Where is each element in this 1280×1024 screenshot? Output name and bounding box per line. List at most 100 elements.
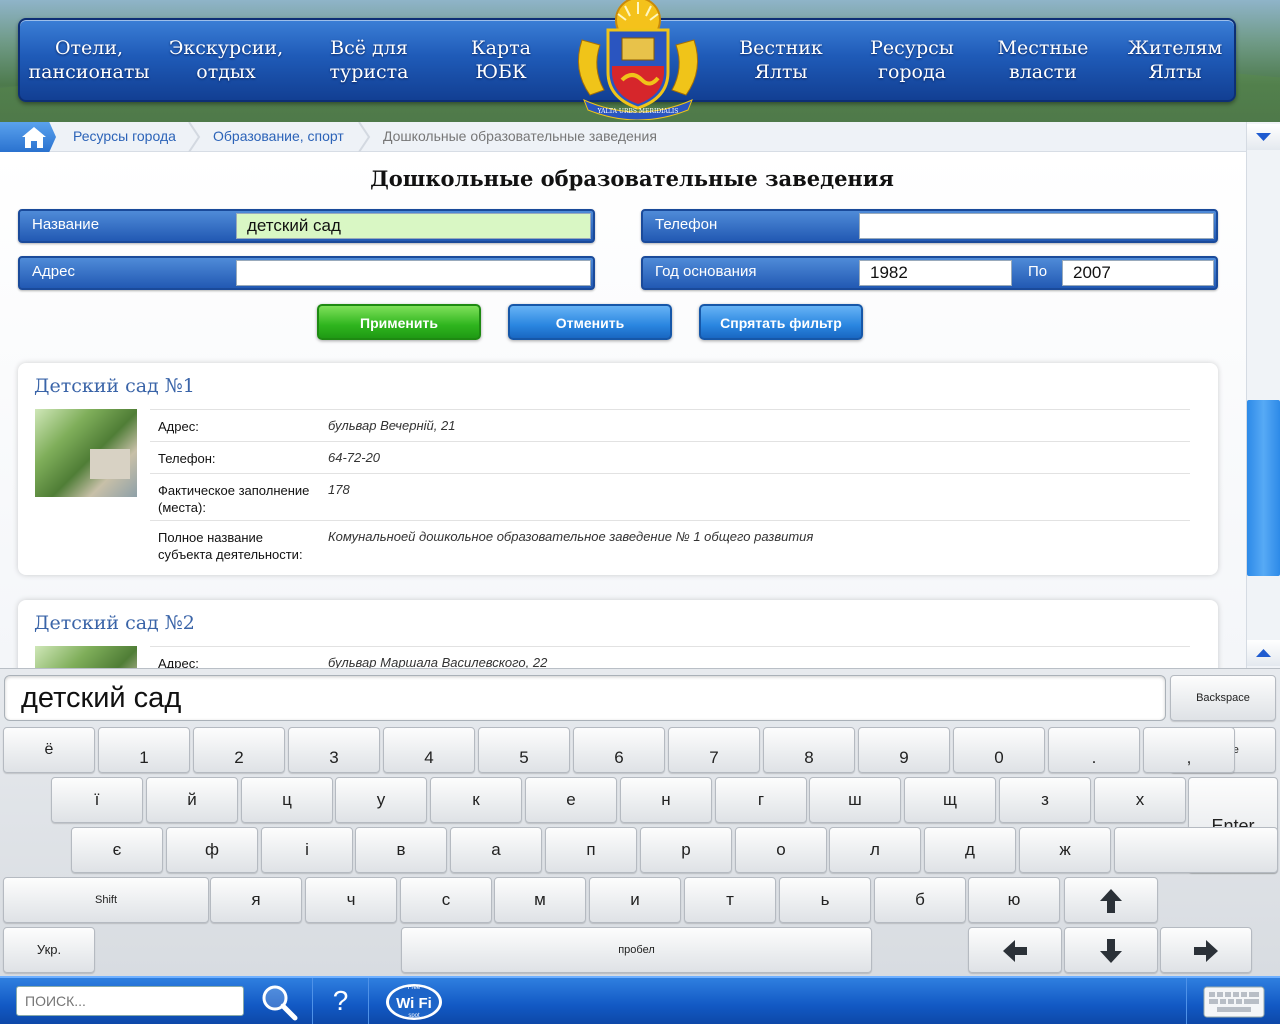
- number-key[interactable]: 0: [953, 727, 1045, 773]
- result-photo[interactable]: [35, 409, 137, 497]
- breadcrumb-education-sport[interactable]: Образование, спорт: [213, 128, 344, 144]
- number-key[interactable]: 3: [288, 727, 380, 773]
- backspace-key[interactable]: Backspace: [1170, 675, 1276, 721]
- hide-filter-button[interactable]: Спрятать фильтр: [699, 304, 863, 340]
- number-key[interactable]: ё: [3, 727, 95, 773]
- letter-key[interactable]: р: [640, 827, 732, 873]
- filter-address-input[interactable]: [236, 260, 591, 286]
- letter-key[interactable]: в: [355, 827, 447, 873]
- nav-hotels[interactable]: Отели, пансионаты: [24, 36, 154, 84]
- search-button[interactable]: [246, 978, 312, 1024]
- letter-key[interactable]: щ: [904, 777, 996, 823]
- shift-key[interactable]: Shift: [3, 877, 209, 923]
- letter-key[interactable]: ю: [968, 877, 1060, 923]
- cancel-button[interactable]: Отменить: [508, 304, 672, 340]
- result-photo[interactable]: [35, 646, 137, 668]
- arrow-up-icon: [1100, 889, 1122, 913]
- row-value: Комунальноей дошкольное образовательное …: [328, 529, 814, 544]
- keyboard-toggle-button[interactable]: [1186, 978, 1280, 1024]
- letter-key[interactable]: ж: [1019, 827, 1111, 873]
- letter-key[interactable]: т: [684, 877, 776, 923]
- letter-key[interactable]: ф: [166, 827, 258, 873]
- breadcrumb-separator-icon: [188, 122, 201, 152]
- letter-key[interactable]: ч: [305, 877, 397, 923]
- letter-key[interactable]: є: [71, 827, 163, 873]
- number-key[interactable]: 6: [573, 727, 665, 773]
- letter-key[interactable]: о: [735, 827, 827, 873]
- scrollbar-thumb[interactable]: [1247, 400, 1280, 576]
- number-key[interactable]: 4: [383, 727, 475, 773]
- nav-local-authorities[interactable]: Местные власти: [978, 36, 1108, 84]
- letter-key[interactable]: х: [1094, 777, 1186, 823]
- home-button[interactable]: [0, 122, 56, 152]
- keyboard-input-display[interactable]: детский сад: [4, 675, 1166, 721]
- search-input[interactable]: [16, 986, 244, 1016]
- letter-key[interactable]: б: [874, 877, 966, 923]
- wifi-text: Wi Fi: [396, 995, 432, 1012]
- letter-key[interactable]: г: [715, 777, 807, 823]
- number-key[interactable]: 1: [98, 727, 190, 773]
- letter-key[interactable]: с: [400, 877, 492, 923]
- nav-excursions[interactable]: Экскурсии, отдых: [161, 36, 291, 84]
- scrollbar-track[interactable]: [1246, 122, 1280, 668]
- wifi-button[interactable]: Free Wi Fi spot: [368, 978, 458, 1024]
- yalta-emblem-icon[interactable]: YALTA URBS MERIDIALIS: [570, 0, 706, 120]
- number-key[interactable]: 5: [478, 727, 570, 773]
- filter-phone-input[interactable]: [859, 213, 1214, 239]
- breadcrumb-city-resources[interactable]: Ресурсы города: [73, 128, 176, 144]
- letter-key[interactable]: а: [450, 827, 542, 873]
- nav-news[interactable]: Вестник Ялты: [716, 36, 846, 84]
- triangle-down-icon: [1256, 133, 1271, 141]
- filter-year: Год основания По: [641, 256, 1218, 290]
- number-key[interactable]: 7: [668, 727, 760, 773]
- letter-key[interactable]: и: [589, 877, 681, 923]
- filter-name-input[interactable]: [236, 213, 591, 239]
- arrow-left-key[interactable]: [968, 927, 1062, 973]
- header-banner: Отели, пансионаты Экскурсии, отдых Всё для…: [0, 0, 1280, 122]
- space-key[interactable]: пробел: [401, 927, 872, 973]
- arrow-right-key[interactable]: [1160, 927, 1252, 973]
- letter-key[interactable]: п: [545, 827, 637, 873]
- letter-key[interactable]: ш: [809, 777, 901, 823]
- letter-key[interactable]: й: [146, 777, 238, 823]
- arrow-up-key[interactable]: [1064, 877, 1158, 923]
- nav-residents[interactable]: Жителям Ялты: [1110, 36, 1240, 84]
- nav-for-tourist[interactable]: Всё для туриста: [304, 36, 434, 84]
- letter-key[interactable]: ц: [241, 777, 333, 823]
- filter-year-from-input[interactable]: [859, 260, 1012, 286]
- help-button[interactable]: ?: [312, 978, 368, 1024]
- result-title[interactable]: Детский сад №1: [34, 375, 195, 397]
- number-key[interactable]: 8: [763, 727, 855, 773]
- letter-key[interactable]: і: [261, 827, 353, 873]
- letter-key[interactable]: н: [620, 777, 712, 823]
- scroll-down-button[interactable]: [1247, 124, 1280, 150]
- apply-button[interactable]: Применить: [317, 304, 481, 340]
- letter-key[interactable]: к: [430, 777, 522, 823]
- filter-phone-label: Телефон: [655, 216, 718, 233]
- letter-key[interactable]: з: [999, 777, 1091, 823]
- number-key[interactable]: .: [1048, 727, 1140, 773]
- blank-key[interactable]: [1114, 827, 1278, 873]
- letter-key[interactable]: у: [335, 777, 427, 823]
- letter-key[interactable]: ї: [51, 777, 143, 823]
- number-key[interactable]: 2: [193, 727, 285, 773]
- number-key[interactable]: ,: [1143, 727, 1235, 773]
- wifi-icon: Free Wi Fi spot: [385, 984, 442, 1020]
- nav-city-resources[interactable]: Ресурсы города: [847, 36, 977, 84]
- letter-key[interactable]: ь: [779, 877, 871, 923]
- scroll-up-button[interactable]: [1247, 640, 1280, 666]
- filter-phone: Телефон: [641, 209, 1218, 243]
- nav-map[interactable]: Карта ЮБК: [436, 36, 566, 84]
- filter-year-to-input[interactable]: [1062, 260, 1214, 286]
- number-key[interactable]: 9: [858, 727, 950, 773]
- arrow-down-key[interactable]: [1064, 927, 1158, 973]
- result-title[interactable]: Детский сад №2: [34, 612, 195, 634]
- letter-key[interactable]: л: [829, 827, 921, 873]
- language-key[interactable]: Укр.: [3, 927, 95, 973]
- filter-address-label: Адрес: [32, 263, 75, 280]
- filter-address: Адрес: [18, 256, 595, 290]
- letter-key[interactable]: д: [924, 827, 1016, 873]
- letter-key[interactable]: м: [494, 877, 586, 923]
- letter-key[interactable]: е: [525, 777, 617, 823]
- letter-key[interactable]: я: [210, 877, 302, 923]
